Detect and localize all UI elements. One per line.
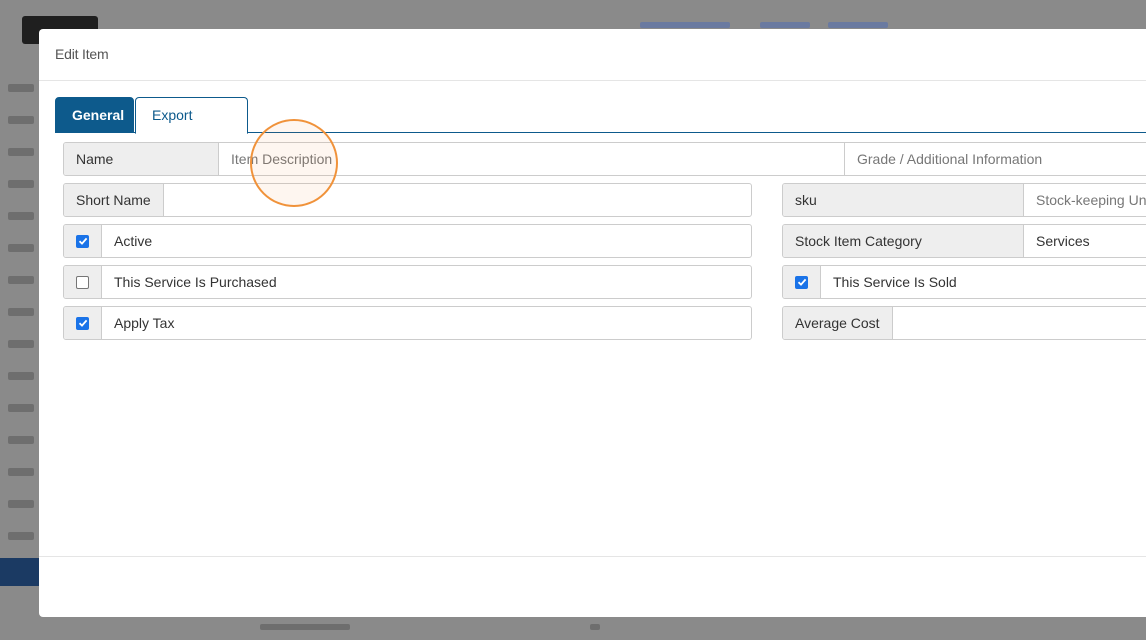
short-name-label: Short Name <box>64 184 164 216</box>
sidebar-item <box>8 468 34 476</box>
service-sold-checkbox-group: This Service Is Sold <box>782 265 1146 299</box>
modal-title: Edit Item <box>55 46 109 62</box>
service-sold-label: This Service Is Sold <box>833 274 957 290</box>
sidebar <box>0 62 40 640</box>
apply-tax-label: Apply Tax <box>114 315 175 331</box>
service-sold-checkbox[interactable] <box>795 275 808 289</box>
sku-input-group: sku Stock-keeping Unit <box>782 183 1146 217</box>
active-label: Active <box>114 233 153 249</box>
apply-tax-checkbox-group: Apply Tax <box>63 306 752 340</box>
item-description-input[interactable]: Item Description <box>219 143 845 175</box>
edit-item-modal: Edit Item General Export Config Name Ite… <box>39 29 1146 617</box>
checkmark-icon <box>797 278 806 286</box>
header-link <box>640 22 730 28</box>
average-cost-input-group: Average Cost <box>782 306 1146 340</box>
active-checkbox-wrapper <box>64 225 102 257</box>
sidebar-item <box>8 404 34 412</box>
checkmark-icon <box>78 319 87 327</box>
stock-item-category-select[interactable]: Services <box>1024 225 1146 257</box>
sidebar-item <box>8 500 34 508</box>
checkmark-icon <box>78 237 87 245</box>
sidebar-item <box>8 276 34 284</box>
sidebar-item <box>8 148 34 156</box>
sidebar-item <box>8 372 34 380</box>
sidebar-item <box>8 340 34 348</box>
service-purchased-checkbox-wrapper <box>64 266 102 298</box>
sidebar-item <box>8 84 34 92</box>
sku-input[interactable]: Stock-keeping Unit <box>1024 184 1146 216</box>
sidebar-item <box>8 212 34 220</box>
name-label: Name <box>64 143 219 175</box>
modal-footer <box>39 556 1146 617</box>
stock-item-category-group: Stock Item Category Services <box>782 224 1146 258</box>
active-checkbox[interactable] <box>76 234 89 248</box>
name-input-group: Name Item Description Grade / Additional… <box>63 142 1146 176</box>
stock-item-category-label: Stock Item Category <box>783 225 1024 257</box>
sidebar-item <box>8 532 34 540</box>
tab-export-config[interactable]: Export Config <box>135 97 248 157</box>
header-link <box>760 22 810 28</box>
apply-tax-checkbox-wrapper <box>64 307 102 339</box>
sidebar-item <box>8 308 34 316</box>
grade-input[interactable]: Grade / Additional Information <box>845 143 1146 175</box>
header-link <box>828 22 888 28</box>
tab-bar: General Export Config <box>55 97 1146 157</box>
background-row <box>260 624 350 630</box>
tab-general[interactable]: General <box>55 97 134 133</box>
active-checkbox-group: Active <box>63 224 752 258</box>
sku-label: sku <box>783 184 1024 216</box>
service-purchased-checkbox[interactable] <box>76 275 89 289</box>
service-sold-checkbox-wrapper <box>783 266 821 298</box>
sidebar-item <box>8 244 34 252</box>
sidebar-item-active <box>0 558 40 586</box>
average-cost-input[interactable] <box>893 307 1146 339</box>
modal-header: Edit Item <box>39 29 1146 81</box>
average-cost-label: Average Cost <box>783 307 893 339</box>
short-name-input[interactable] <box>164 184 751 216</box>
short-name-input-group: Short Name <box>63 183 752 217</box>
background-row <box>590 624 600 630</box>
sidebar-item <box>8 116 34 124</box>
service-purchased-checkbox-group: This Service Is Purchased <box>63 265 752 299</box>
sidebar-item <box>8 436 34 444</box>
apply-tax-checkbox[interactable] <box>76 316 89 330</box>
service-purchased-label: This Service Is Purchased <box>114 274 277 290</box>
sidebar-item <box>8 180 34 188</box>
